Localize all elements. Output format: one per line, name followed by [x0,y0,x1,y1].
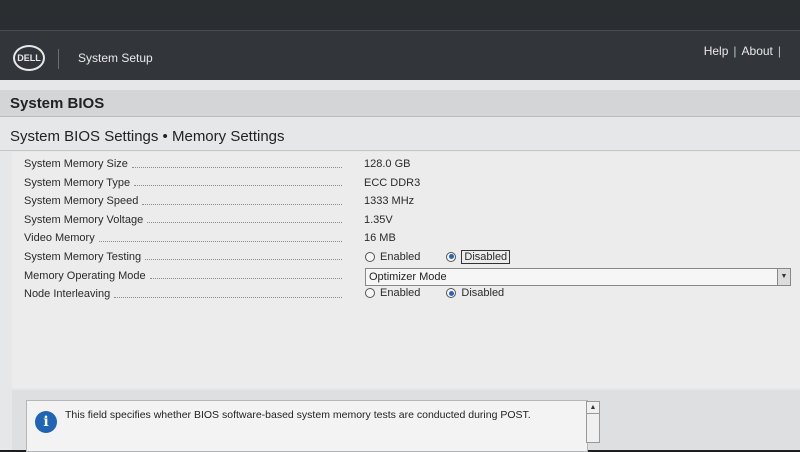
header-separator-tail: | [777,44,781,58]
field-value: 1333 MHz [364,195,415,208]
section-title: System BIOS [10,95,105,112]
dotted-leader [98,240,342,242]
field-label: Node Interleaving [24,288,111,301]
memory-speed-row: System Memory Speed 1333 MHz [24,193,794,212]
memory-testing-enabled-option[interactable]: Enabled [365,250,420,264]
field-value: 1.35V [364,213,393,226]
field-label: System Memory Testing [24,250,142,263]
page-subtitle: System BIOS Settings • Memory Settings [10,128,285,145]
operating-mode-select[interactable]: Optimizer Mode ▼ [365,267,791,286]
node-interleaving-radio-group: Enabled Disabled [365,287,530,299]
memory-voltage-row: System Memory Voltage 1.35V [24,212,794,231]
radio-label-focused: Disabled [461,249,511,264]
dotted-leader [145,259,342,261]
field-label: System Memory Size [24,158,128,170]
dotted-leader [131,166,342,168]
help-text: This field specifies whether BIOS softwa… [65,409,531,421]
radio-label: Enabled [380,287,421,300]
dotted-leader [114,296,342,298]
radio-button[interactable] [365,288,375,299]
field-value: ECC DDR3 [364,176,421,189]
field-label: System Memory Voltage [24,213,144,226]
field-value: 128.0 GB [364,158,411,170]
help-link[interactable]: Help [704,44,729,58]
radio-label: Disabled [461,287,505,300]
radio-label: Enabled [380,250,421,263]
app-header: DELL System Setup Help | About | [0,30,800,81]
field-label: System Memory Speed [24,195,139,208]
dotted-leader [142,203,342,205]
radio-button[interactable] [365,251,375,262]
node-interleaving-disabled-option[interactable]: Disabled [446,287,504,299]
settings-list: System Memory Size 128.0 GB System Memor… [24,156,794,305]
operating-mode-row: Memory Operating Mode Optimizer Mode ▼ [24,267,794,287]
about-link[interactable]: About [742,44,773,58]
radio-button-selected[interactable] [446,251,457,262]
dotted-leader [134,185,342,187]
video-memory-row: Video Memory 16 MB [24,230,794,249]
dell-logo: DELL [13,45,45,71]
field-label: System Memory Type [24,176,131,189]
field-label: Video Memory [24,232,95,245]
header-links: Help | About | [704,44,786,58]
radio-button-selected[interactable] [446,288,457,299]
select-value: Optimizer Mode [369,270,447,283]
help-box: i This field specifies whether BIOS soft… [26,400,588,452]
node-interleaving-row: Node Interleaving Enabled Disabled [24,286,794,305]
node-interleaving-enabled-option[interactable]: Enabled [365,287,420,299]
memory-testing-row: System Memory Testing Enabled Disabled [24,249,794,268]
memory-testing-radio-group: Enabled Disabled [365,249,536,264]
memory-size-row: System Memory Size 128.0 GB [24,156,794,175]
header-separator: | [733,44,737,58]
info-icon: i [35,411,57,433]
section-bar: System BIOS [0,90,800,117]
scroll-up-icon[interactable]: ▲ [587,402,599,414]
header-divider [58,49,59,69]
memory-type-row: System Memory Type ECC DDR3 [24,175,794,194]
main-content: System BIOS System BIOS Settings • Memor… [0,80,800,452]
help-scrollbar[interactable]: ▲ [586,401,600,443]
field-value: 16 MB [364,232,396,245]
dotted-leader [147,222,342,224]
chevron-down-icon[interactable]: ▼ [777,268,790,285]
dotted-leader [149,278,342,280]
app-title: System Setup [78,51,153,65]
field-label: Memory Operating Mode [24,269,146,282]
subtitle-divider [0,150,800,151]
monitor-top-strip [0,0,800,30]
memory-testing-disabled-option[interactable]: Disabled [446,249,511,264]
